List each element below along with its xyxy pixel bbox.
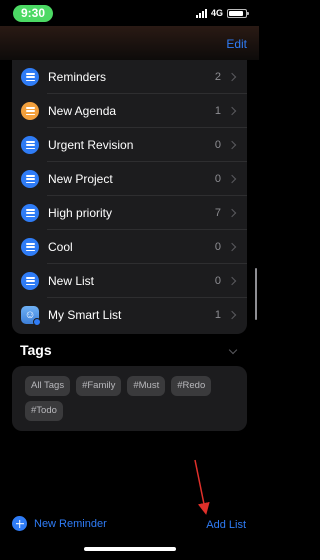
plus-circle-icon <box>12 516 27 531</box>
annotation-arrow <box>194 459 210 515</box>
home-indicator <box>84 547 176 551</box>
add-list-button[interactable]: Add List <box>206 519 246 531</box>
new-reminder-label: New Reminder <box>34 517 107 530</box>
new-reminder-button[interactable]: New Reminder <box>12 516 107 531</box>
